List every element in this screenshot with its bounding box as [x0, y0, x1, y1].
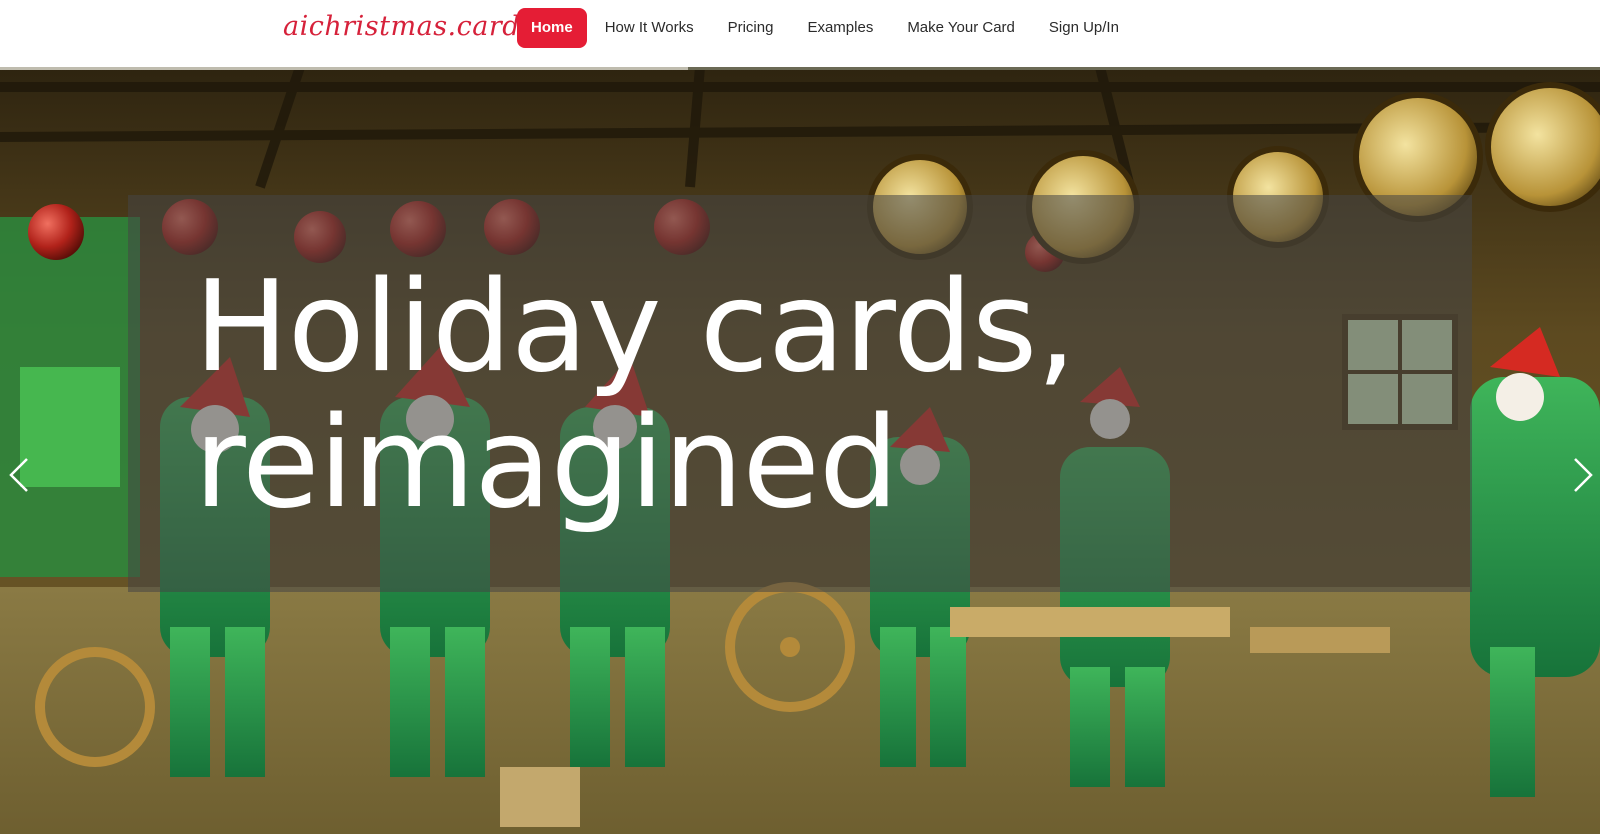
hero-headline-line2: reimagined [194, 389, 899, 536]
hero-headline: Holiday cards, reimagined [194, 259, 1394, 531]
nav-make-your-card-link[interactable]: Make Your Card [891, 8, 1031, 48]
hero-carousel: Holiday cards, reimagined [0, 67, 1600, 834]
carousel-prev-button[interactable] [2, 445, 36, 505]
carousel-next-button[interactable] [1566, 445, 1600, 505]
nav-how-it-works-link[interactable]: How It Works [589, 8, 710, 48]
main-nav: Home How It Works Pricing Examples Make … [517, 8, 1135, 48]
nav-home-link[interactable]: Home [517, 8, 587, 48]
chevron-left-icon [9, 458, 28, 492]
top-navbar: aichristmas.cards Home How It Works Pric… [0, 0, 1600, 67]
nav-examples-link[interactable]: Examples [791, 8, 889, 48]
chevron-right-icon [1574, 458, 1593, 492]
hero-headline-line1: Holiday cards, [194, 253, 1076, 400]
nav-sign-up-in-link[interactable]: Sign Up/In [1033, 8, 1135, 48]
nav-pricing-link[interactable]: Pricing [712, 8, 790, 48]
headline-overlay: Holiday cards, reimagined [128, 195, 1472, 592]
site-logo[interactable]: aichristmas.cards [283, 6, 534, 48]
